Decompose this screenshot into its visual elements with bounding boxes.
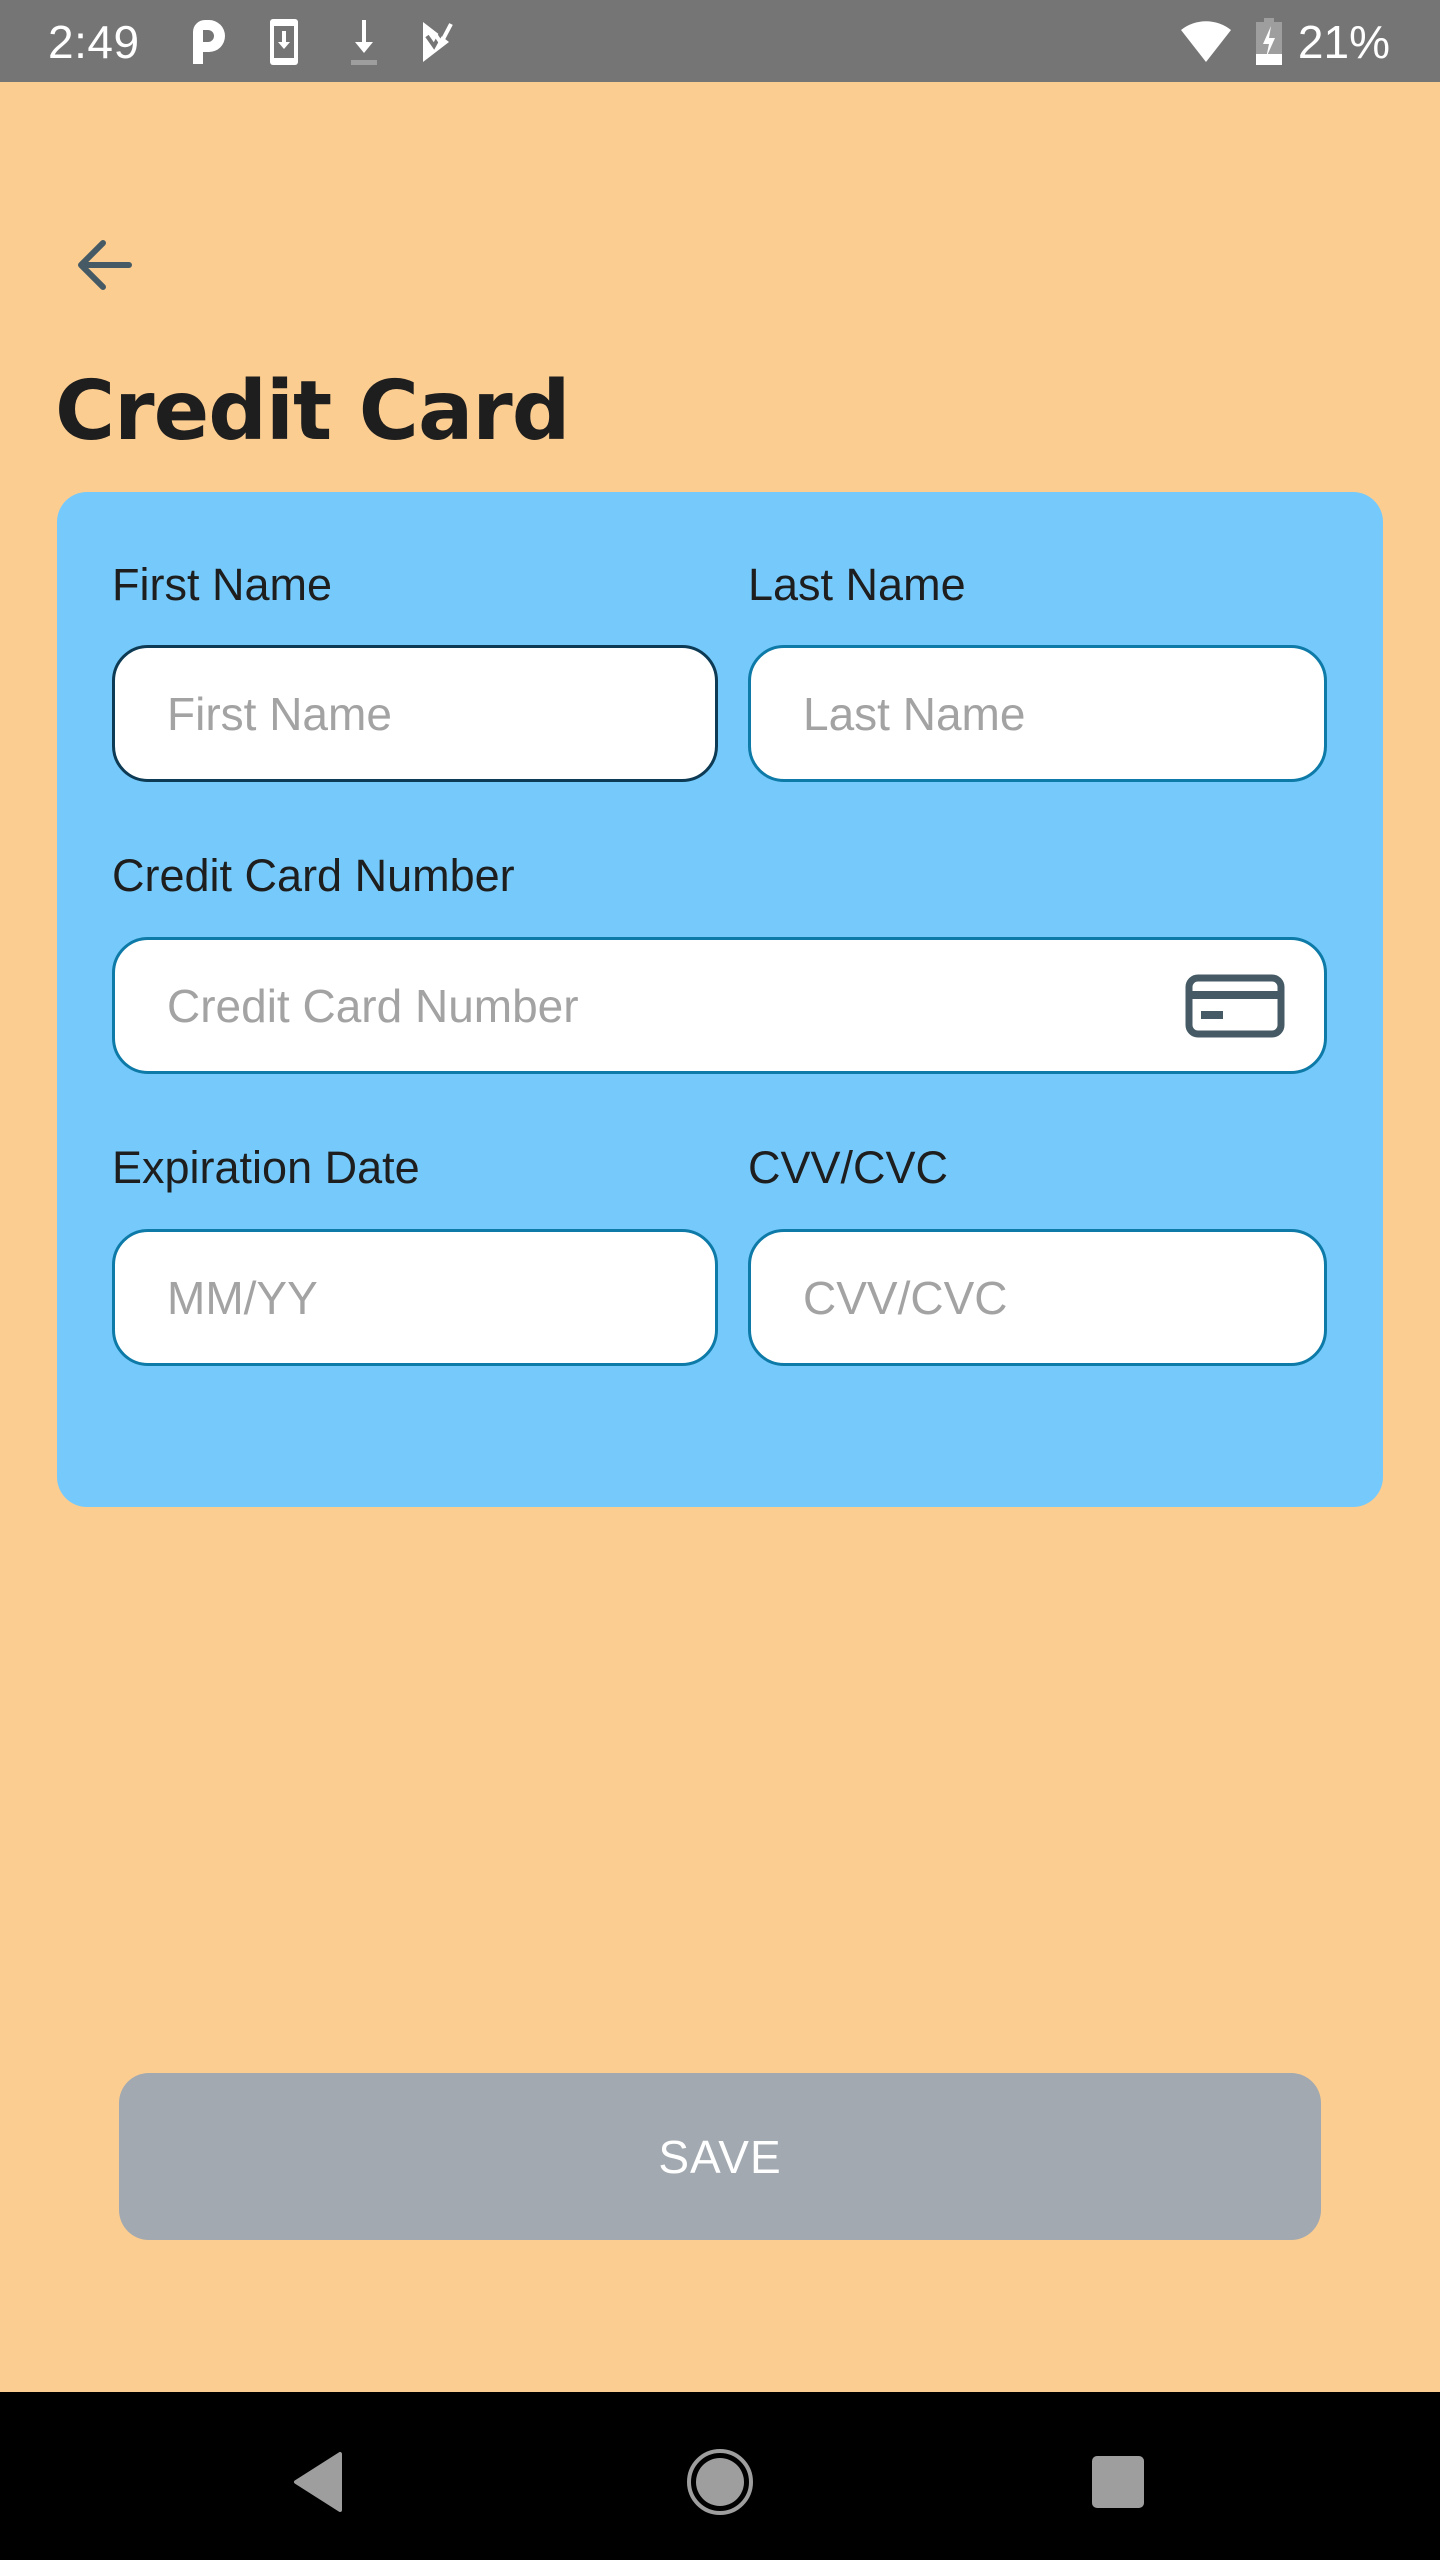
expiration-input[interactable] [112,1229,718,1366]
first-name-label: First Name [112,559,333,610]
battery-percent: 21% [1297,16,1390,68]
system-nav-bar [0,2392,1440,2560]
page-title: Credit Card [55,364,570,459]
save-button[interactable]: SAVE [119,2073,1321,2240]
expiration-label: Expiration Date [112,1142,420,1193]
nav-home-icon [687,2449,753,2515]
nav-back-button[interactable] [278,2442,358,2522]
card-number-label: Credit Card Number [112,850,515,901]
last-name-input[interactable] [748,645,1327,782]
nav-back-icon [294,2452,342,2512]
first-name-input[interactable] [112,645,718,782]
battery-charging-icon [1254,18,1284,66]
wifi-icon [1178,18,1234,66]
cvv-label: CVV/CVC [748,1142,949,1193]
nav-recents-button[interactable] [1078,2442,1158,2522]
back-button[interactable] [60,225,150,305]
parking-app-icon [190,18,226,66]
arrow-left-icon [78,240,132,290]
status-bar: 2:49 21% [0,0,1440,82]
download-icon [344,18,384,66]
status-time: 2:49 [48,16,140,68]
cvv-input[interactable] [748,1229,1327,1366]
nav-recents-icon [1092,2456,1144,2508]
card-number-input[interactable] [112,937,1327,1074]
task-check-icon [420,18,464,66]
last-name-label: Last Name [748,559,966,610]
nav-home-button[interactable] [680,2442,760,2522]
credit-card-icon [1185,974,1285,1038]
phone-download-icon [266,18,302,66]
